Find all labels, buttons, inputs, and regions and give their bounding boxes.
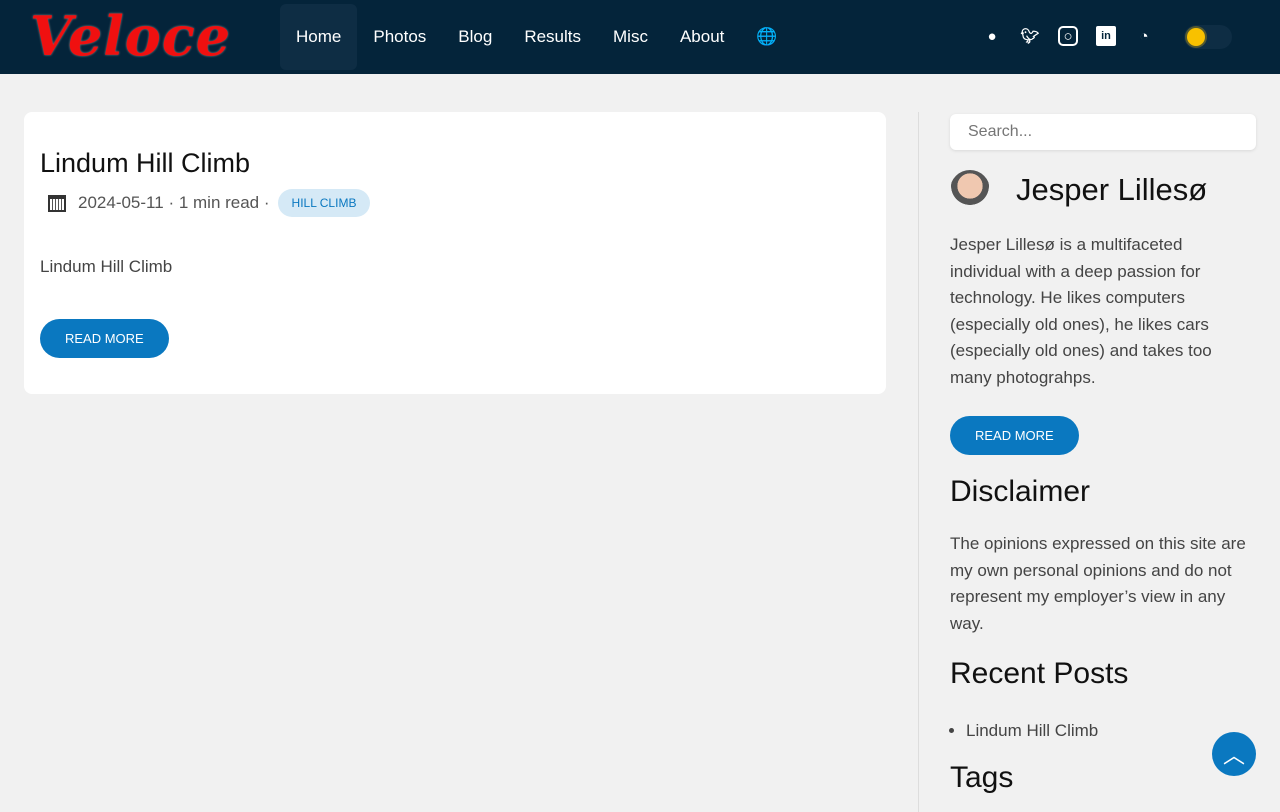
author-name: Jesper Lillesø: [1016, 172, 1208, 207]
main-menu: Home Photos Blog Results Misc About 🌐: [280, 4, 794, 70]
github-icon[interactable]: ●: [982, 26, 1002, 46]
post-meta: 2024-05-11 · 1 min read · HILL CLIMB: [40, 189, 371, 217]
instagram-icon[interactable]: ○: [1058, 26, 1078, 46]
author-read-more-button[interactable]: READ MORE: [950, 416, 1079, 455]
language-globe-icon[interactable]: 🌐: [740, 4, 793, 70]
rss-icon[interactable]: ◔: [1134, 26, 1154, 46]
calendar-icon: [48, 194, 66, 212]
nav-results[interactable]: Results: [508, 4, 597, 70]
post-summary: Lindum Hill Climb: [40, 257, 173, 276]
recent-post-link[interactable]: Lindum Hill Climb: [966, 721, 1256, 741]
read-more-button[interactable]: READ MORE: [40, 319, 169, 358]
post-date: 2024-05-11: [78, 193, 164, 212]
sidebar: Jesper Lillesø Jesper Lillesø is a multi…: [950, 114, 1256, 795]
navbar: Veloce Home Photos Blog Results Misc Abo…: [0, 0, 1280, 74]
site-logo[interactable]: Veloce: [30, 4, 231, 68]
nav-blog[interactable]: Blog: [442, 4, 508, 70]
author-bio: Jesper Lillesø is a multifaceted individ…: [950, 235, 1212, 387]
social-links: ● 🐦︎ ○ in ◔: [982, 26, 1154, 46]
tags-heading: Tags: [950, 761, 1014, 794]
avatar: [950, 170, 990, 210]
post-title[interactable]: Lindum Hill Climb: [40, 148, 250, 179]
theme-toggle[interactable]: [1184, 25, 1232, 49]
chevron-up-icon: ︿: [1222, 743, 1245, 768]
recent-posts-heading: Recent Posts: [950, 657, 1129, 690]
read-time: · 1 min read ·: [168, 193, 270, 212]
tag-badge[interactable]: HILL CLIMB: [277, 189, 371, 217]
author-block: Jesper Lillesø: [950, 170, 1256, 210]
twitter-icon[interactable]: 🐦︎: [1020, 26, 1040, 46]
search-input[interactable]: [950, 114, 1256, 150]
disclaimer-text: The opinions expressed on this site are …: [950, 534, 1246, 633]
disclaimer-heading: Disclaimer: [950, 475, 1091, 508]
post-card: Lindum Hill Climb 2024-05-11 · 1 min rea…: [24, 112, 886, 394]
linkedin-icon[interactable]: in: [1096, 26, 1116, 46]
sun-icon: [1187, 28, 1205, 46]
nav-about[interactable]: About: [664, 4, 740, 70]
nav-photos[interactable]: Photos: [357, 4, 442, 70]
divider: [918, 112, 919, 812]
scroll-to-top-button[interactable]: ︿: [1212, 732, 1256, 776]
nav-misc[interactable]: Misc: [597, 4, 664, 70]
nav-home[interactable]: Home: [280, 4, 358, 70]
